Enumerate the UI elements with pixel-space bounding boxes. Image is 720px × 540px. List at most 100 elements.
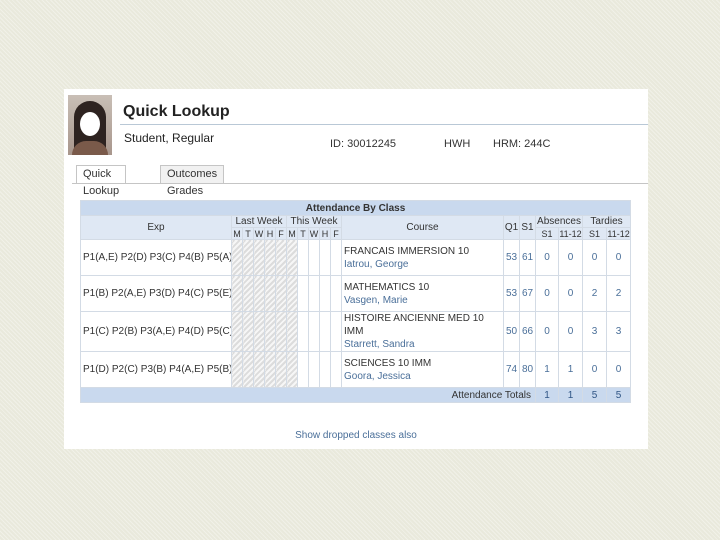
attendance-day-cell <box>253 351 265 388</box>
header-s1: S1 <box>519 215 536 240</box>
attendance-day-cell <box>308 275 320 312</box>
header-q1: Q1 <box>503 215 520 240</box>
tardies-year-link[interactable]: 0 <box>605 351 632 388</box>
attendance-day-cell <box>231 275 243 312</box>
day-letter: W <box>253 227 265 240</box>
attendance-day-cell <box>297 239 309 276</box>
page-title: Quick Lookup <box>123 103 230 120</box>
show-dropped-classes-link[interactable]: Show dropped classes also <box>64 430 648 441</box>
tab-outcomes-grades[interactable]: Outcomes Grades <box>160 165 225 197</box>
absences-year-link[interactable]: 0 <box>558 239 583 276</box>
table-row: P1(D) P2(C) P3(B) P4(A,E) P5(B) SCIENCES… <box>80 351 632 388</box>
attendance-day-cell <box>264 351 276 388</box>
absences-s1-link[interactable]: 1 <box>535 351 559 388</box>
q1-grade-link[interactable]: 50 <box>503 311 520 352</box>
day-letter: H <box>264 227 276 240</box>
attendance-day-cell <box>286 311 298 352</box>
attendance-day-cell <box>253 239 265 276</box>
student-field-hwh: HWH <box>444 138 471 150</box>
tardies-year-link[interactable]: 0 <box>605 239 632 276</box>
attendance-day-cell <box>231 311 243 352</box>
attendance-day-cell <box>330 239 342 276</box>
attendance-day-cell <box>242 311 254 352</box>
student-photo <box>68 95 112 155</box>
absences-year-link[interactable]: 0 <box>558 311 583 352</box>
tab-divider <box>72 183 648 184</box>
tardies-year-link[interactable]: 2 <box>605 275 632 312</box>
day-letter: T <box>242 227 254 240</box>
q1-grade-link[interactable]: 53 <box>503 239 520 276</box>
table-title: Attendance By Class <box>79 200 632 216</box>
course-cell: HISTOIRE ANCIENNE MED 10 IMM Starrett, S… <box>341 311 504 352</box>
attendance-day-cell <box>242 239 254 276</box>
exp-cell: P1(B) P2(A,E) P3(D) P4(C) P5(E) <box>80 275 232 312</box>
teacher-link[interactable]: Vasgen, Marie <box>344 294 503 307</box>
s1-grade-link[interactable]: 80 <box>519 351 536 388</box>
attendance-day-cell <box>319 239 331 276</box>
total-absences-s1[interactable]: 1 <box>535 387 559 403</box>
absences-s1-link[interactable]: 0 <box>535 239 559 276</box>
attendance-day-cell <box>297 351 309 388</box>
attendance-day-cell <box>286 275 298 312</box>
absences-s1-link[interactable]: 0 <box>535 311 559 352</box>
header-this-week: This Week <box>286 215 342 228</box>
table-row: P1(B) P2(A,E) P3(D) P4(C) P5(E) MATHEMAT… <box>80 275 632 312</box>
absences-year-header: 11-12 <box>558 227 583 240</box>
s1-grade-link[interactable]: 67 <box>519 275 536 312</box>
tardies-s1-link[interactable]: 0 <box>582 351 607 388</box>
attendance-day-cell <box>264 275 276 312</box>
attendance-day-cell <box>330 351 342 388</box>
course-cell: MATHEMATICS 10 Vasgen, Marie <box>341 275 504 312</box>
absences-year-link[interactable]: 0 <box>558 275 583 312</box>
total-tardies-year[interactable]: 5 <box>605 387 632 403</box>
tardies-s1-header: S1 <box>582 227 607 240</box>
attendance-day-cell <box>319 351 331 388</box>
header-tardies: Tardies <box>581 215 632 228</box>
tardies-s1-link[interactable]: 2 <box>582 275 607 312</box>
attendance-day-cell <box>308 351 320 388</box>
day-letter: W <box>308 227 320 240</box>
exp-cell: P1(C) P2(B) P3(A,E) P4(D) P5(C) <box>80 311 232 352</box>
totals-label: Attendance Totals <box>80 387 536 403</box>
exp-cell: P1(D) P2(C) P3(B) P4(A,E) P5(B) <box>80 351 232 388</box>
tardies-s1-link[interactable]: 0 <box>582 239 607 276</box>
attendance-day-cell <box>264 311 276 352</box>
attendance-day-cell <box>242 351 254 388</box>
teacher-link[interactable]: Starrett, Sandra <box>344 338 503 351</box>
attendance-day-cell <box>308 239 320 276</box>
absences-s1-header: S1 <box>535 227 559 240</box>
attendance-day-cell <box>286 351 298 388</box>
attendance-table: Attendance By Class Exp Last Week This W… <box>79 200 632 403</box>
course-name: HISTOIRE ANCIENNE MED 10 IMM <box>344 313 484 337</box>
attendance-day-cell <box>297 311 309 352</box>
attendance-day-cell <box>286 239 298 276</box>
exp-cell: P1(A,E) P2(D) P3(C) P4(B) P5(A) <box>80 239 232 276</box>
teacher-link[interactable]: Goora, Jessica <box>344 370 503 383</box>
s1-grade-link[interactable]: 66 <box>519 311 536 352</box>
total-absences-year[interactable]: 1 <box>558 387 583 403</box>
header-course: Course <box>341 215 504 240</box>
attendance-day-cell <box>319 311 331 352</box>
q1-grade-link[interactable]: 74 <box>503 351 520 388</box>
course-cell: FRANCAIS IMMERSION 10 Iatrou, George <box>341 239 504 276</box>
s1-grade-link[interactable]: 61 <box>519 239 536 276</box>
course-name: FRANCAIS IMMERSION 10 <box>344 245 470 257</box>
photo-face-redacted <box>80 112 100 136</box>
day-letter: T <box>297 227 309 240</box>
tardies-s1-link[interactable]: 3 <box>582 311 607 352</box>
absences-s1-link[interactable]: 0 <box>535 275 559 312</box>
q1-grade-link[interactable]: 53 <box>503 275 520 312</box>
attendance-day-cell <box>275 275 287 312</box>
course-name: MATHEMATICS 10 <box>344 281 430 293</box>
quick-lookup-screen: Quick Lookup Student, Regular ID: 300122… <box>64 89 648 449</box>
attendance-day-cell <box>275 239 287 276</box>
student-id: ID: 30012245 <box>330 138 397 150</box>
total-tardies-s1[interactable]: 5 <box>582 387 607 403</box>
tab-quick-lookup[interactable]: Quick Lookup <box>76 165 127 197</box>
teacher-link[interactable]: Iatrou, George <box>344 258 503 271</box>
attendance-day-cell <box>231 239 243 276</box>
header-absences: Absences <box>535 215 583 228</box>
tardies-year-link[interactable]: 3 <box>605 311 632 352</box>
absences-year-link[interactable]: 1 <box>558 351 583 388</box>
attendance-day-cell <box>308 311 320 352</box>
